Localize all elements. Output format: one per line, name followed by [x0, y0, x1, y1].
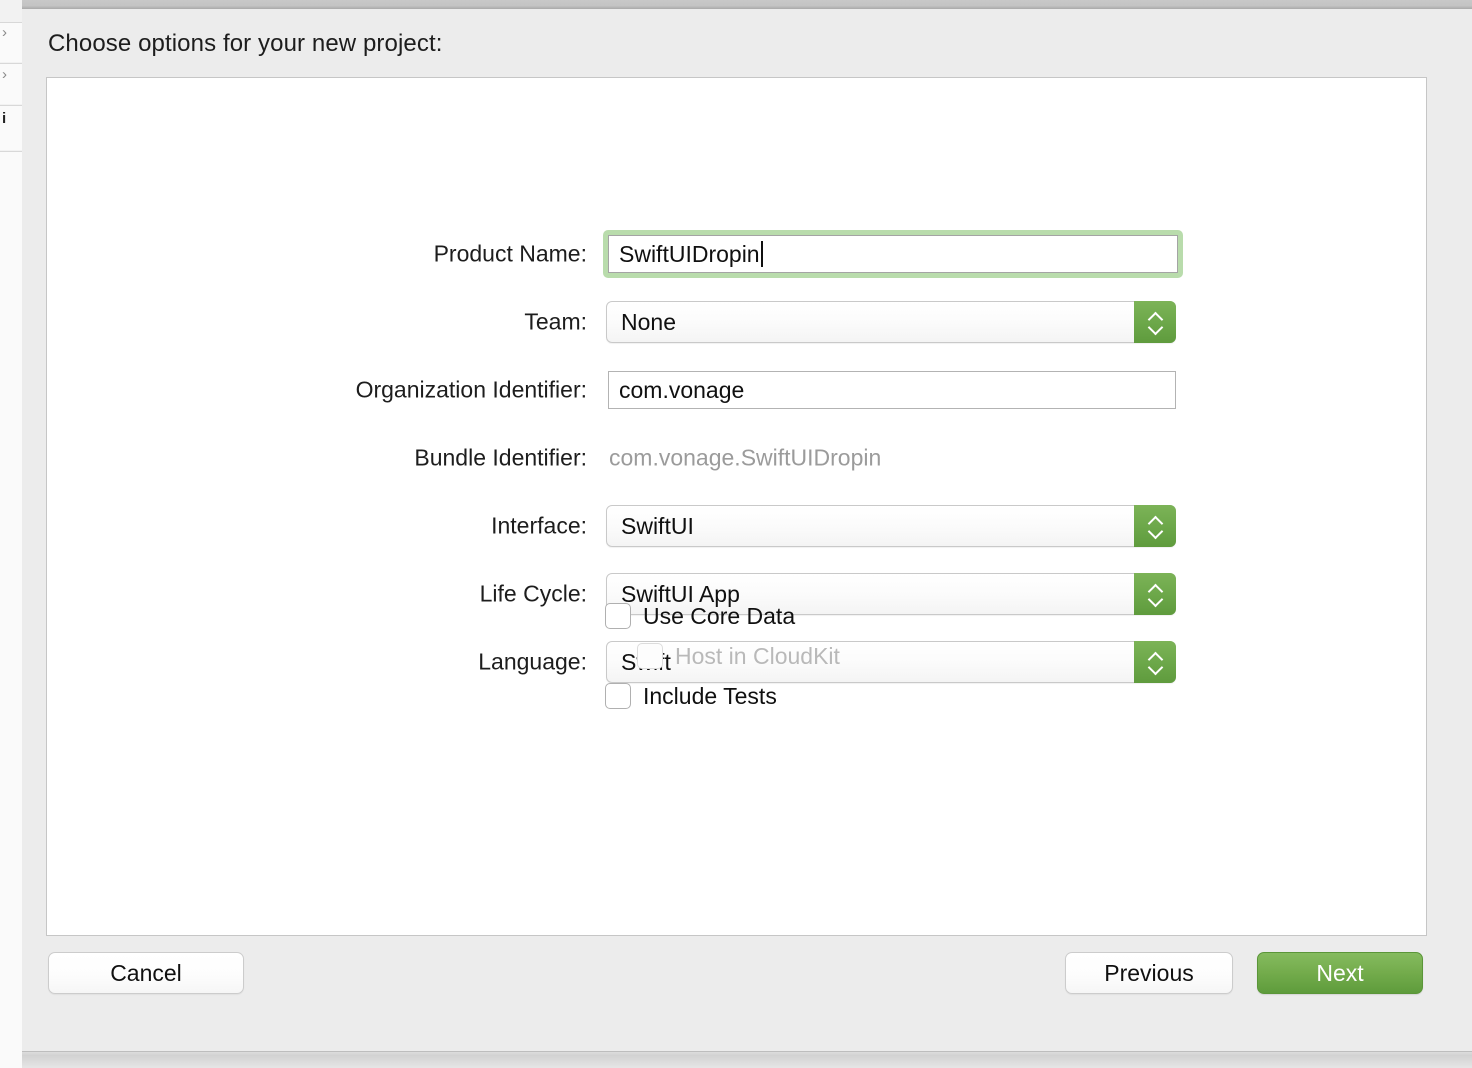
- team-stepper-icon[interactable]: [1134, 301, 1176, 343]
- bundle-identifier-value: com.vonage.SwiftUIDropin: [609, 444, 882, 471]
- background-glyph-top-icon: ›: [2, 24, 7, 41]
- organization-identifier-label: Organization Identifier:: [355, 376, 587, 403]
- product-name-value: SwiftUIDropin: [619, 240, 760, 267]
- background-window-sliver[interactable]: › › i: [0, 0, 23, 1068]
- new-project-options-dialog: Choose options for your new project: Pro…: [22, 0, 1472, 1068]
- background-window-divider-1: [0, 62, 22, 64]
- page-title: Choose options for your new project:: [48, 30, 443, 57]
- background-window-titlebar: [0, 0, 22, 23]
- sheet-bottom-edge: [22, 1051, 1472, 1068]
- text-caret: [760, 241, 763, 267]
- background-window-divider-2: [0, 104, 22, 106]
- bundle-identifier-label: Bundle Identifier:: [414, 444, 587, 471]
- host-in-cloudkit-checkbox: [637, 643, 663, 669]
- use-core-data-label: Use Core Data: [643, 602, 796, 629]
- chevron-down-icon: [1148, 528, 1163, 536]
- form-row-organization-identifier: Organization Identifier: com.vonage: [47, 370, 1428, 410]
- form-row-product-name: Product Name: SwiftUIDropin: [47, 230, 1428, 278]
- interface-stepper-icon[interactable]: [1134, 505, 1176, 547]
- interface-value: SwiftUI: [621, 512, 694, 539]
- form-row-team: Team: None: [47, 301, 1428, 343]
- organization-identifier-input[interactable]: com.vonage: [608, 371, 1176, 409]
- include-tests-label: Include Tests: [643, 682, 777, 709]
- previous-button[interactable]: Previous: [1065, 952, 1233, 994]
- options-checkbox-group: Use Core Data Host in CloudKit Include T…: [47, 596, 1428, 716]
- interface-popup-button[interactable]: SwiftUI: [606, 505, 1176, 547]
- interface-label: Interface:: [491, 512, 587, 539]
- screen: › › i Choose options for your new projec…: [0, 0, 1472, 1068]
- dialog-footer: Cancel Previous Next: [22, 952, 1472, 1012]
- product-name-focus-ring: SwiftUIDropin: [603, 230, 1183, 278]
- options-panel: Product Name: SwiftUIDropin Team: None O…: [46, 77, 1427, 936]
- product-name-label: Product Name:: [433, 240, 587, 267]
- organization-identifier-value: com.vonage: [619, 376, 745, 403]
- background-glyph-mid-icon: ›: [2, 66, 7, 83]
- checkbox-row-include-tests[interactable]: Include Tests: [47, 676, 1428, 716]
- form-row-bundle-identifier: Bundle Identifier: com.vonage.SwiftUIDro…: [47, 438, 1428, 478]
- product-name-input[interactable]: SwiftUIDropin: [608, 235, 1178, 273]
- cancel-button[interactable]: Cancel: [48, 952, 244, 994]
- background-window-divider-3: [0, 150, 22, 152]
- chevron-down-icon: [1148, 324, 1163, 332]
- form-row-interface: Interface: SwiftUI: [47, 505, 1428, 547]
- checkbox-row-use-core-data[interactable]: Use Core Data: [47, 596, 1428, 636]
- include-tests-checkbox[interactable]: [605, 683, 631, 709]
- use-core-data-checkbox[interactable]: [605, 603, 631, 629]
- checkbox-row-host-in-cloudkit: Host in CloudKit: [47, 636, 1428, 676]
- background-glyph-low-icon: i: [2, 110, 7, 127]
- team-label: Team:: [524, 308, 587, 335]
- team-value: None: [621, 308, 676, 335]
- team-popup-button[interactable]: None: [606, 301, 1176, 343]
- sheet-top-edge: [22, 0, 1472, 9]
- next-button[interactable]: Next: [1257, 952, 1423, 994]
- host-in-cloudkit-label: Host in CloudKit: [675, 642, 840, 669]
